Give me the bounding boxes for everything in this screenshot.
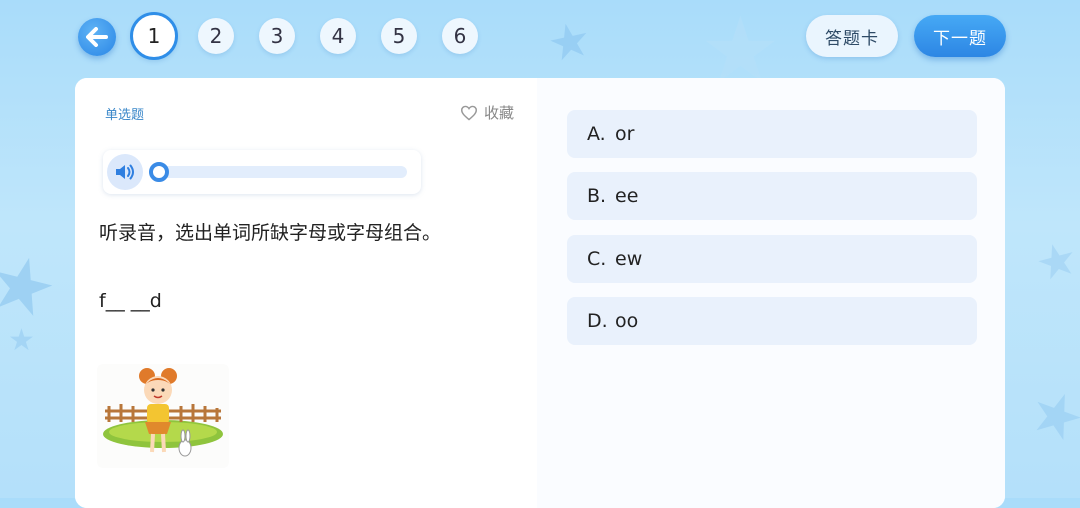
background-star: ★ (0, 234, 67, 337)
speaker-icon (116, 164, 134, 180)
background-star: ★ (542, 10, 597, 74)
option-a[interactable]: A. or (567, 110, 977, 158)
audio-progress-track[interactable] (149, 162, 407, 182)
option-text: or (615, 123, 635, 145)
option-letter: D. (587, 310, 608, 332)
option-letter: C. (587, 248, 607, 270)
question-panel: 单选题 收藏 听录音，选出单词所缺字母或字母组合。 f__ __d A. or … (75, 78, 1005, 508)
question-area: 单选题 收藏 听录音，选出单词所缺字母或字母组合。 f__ __d (75, 78, 537, 508)
audio-player (103, 150, 421, 194)
option-letter: B. (587, 185, 607, 207)
background-star: ★ (1019, 373, 1080, 459)
background-star: ★ (8, 323, 35, 358)
question-prompt: 听录音，选出单词所缺字母或字母组合。 (99, 222, 442, 244)
option-letter: A. (587, 123, 606, 145)
question-number-3[interactable]: 3 (259, 18, 295, 54)
question-number-4[interactable]: 4 (320, 18, 356, 54)
audio-progress-knob[interactable] (149, 162, 169, 182)
heart-outline-icon (460, 105, 478, 121)
question-number-1[interactable]: 1 (130, 12, 178, 60)
question-illustration (97, 364, 229, 468)
question-number-6[interactable]: 6 (442, 18, 478, 54)
question-number-2[interactable]: 2 (198, 18, 234, 54)
question-number-5[interactable]: 5 (381, 18, 417, 54)
option-c[interactable]: C. ew (567, 235, 977, 283)
question-type-tag: 单选题 (105, 108, 145, 123)
favorite-button[interactable]: 收藏 (460, 102, 514, 123)
option-text: ee (615, 185, 639, 207)
back-arrow-icon (86, 27, 108, 47)
next-question-button[interactable]: 下一题 (914, 15, 1006, 57)
answer-card-button[interactable]: 答题卡 (806, 15, 898, 57)
option-text: ew (615, 248, 643, 270)
back-button[interactable] (78, 18, 116, 56)
option-text: oo (615, 310, 639, 332)
favorite-label: 收藏 (484, 104, 515, 122)
option-b[interactable]: B. ee (567, 172, 977, 220)
background-star: ★ (1029, 229, 1080, 293)
option-d[interactable]: D. oo (567, 297, 977, 345)
audio-play-button[interactable] (107, 154, 143, 190)
options-area: A. or B. ee C. ew D. oo (537, 78, 1005, 508)
word-with-blanks: f__ __d (99, 290, 162, 312)
